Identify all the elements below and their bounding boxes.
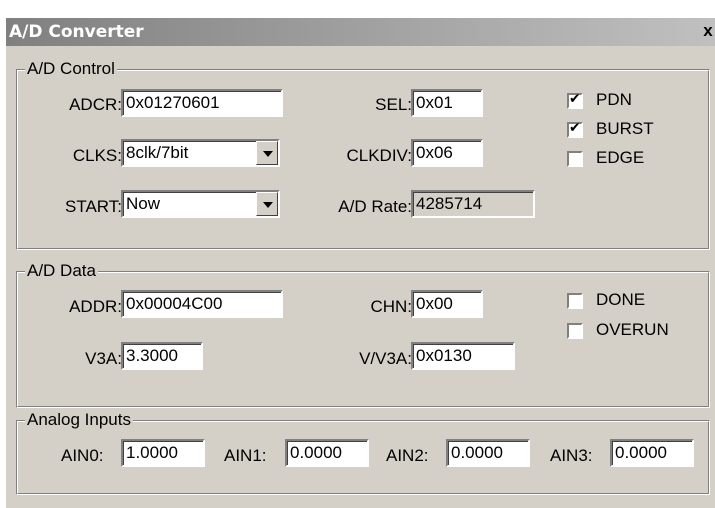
start-select[interactable]: Now	[121, 190, 280, 218]
chevron-down-icon[interactable]	[256, 141, 278, 165]
burst-checkbox[interactable]	[567, 120, 583, 138]
ain1-field[interactable]: 0.0000	[285, 439, 369, 467]
window-title: A/D Converter	[9, 22, 144, 42]
ad-rate-field: 4285714	[411, 190, 535, 218]
done-label: DONE	[596, 290, 646, 309]
ain3-label: AIN3:	[550, 446, 593, 465]
vv3a-field[interactable]: 0x0130	[411, 342, 515, 370]
start-label: START:	[65, 197, 122, 216]
addr-field[interactable]: 0x00004C00	[121, 290, 283, 318]
overun-checkbox[interactable]	[567, 323, 583, 339]
clkdiv-label: CLKDIV:	[346, 146, 412, 165]
pdn-label: PDN	[596, 90, 632, 109]
sel-label: SEL:	[375, 95, 412, 114]
v3a-label: V3A:	[85, 349, 122, 368]
clks-select[interactable]: 8clk/7bit	[121, 139, 280, 167]
analog-inputs-legend: Analog Inputs	[25, 410, 133, 430]
ain0-field[interactable]: 1.0000	[121, 439, 205, 467]
chn-label: CHN:	[370, 297, 412, 316]
addr-label: ADDR:	[69, 297, 122, 316]
ad-data-legend: A/D Data	[25, 261, 98, 281]
ad-converter-window: A/D Converter x A/D Control ADCR: 0x0127…	[6, 18, 715, 508]
clks-label: CLKS:	[72, 146, 122, 165]
ad-control-legend: A/D Control	[25, 59, 117, 79]
edge-checkbox[interactable]	[567, 151, 583, 167]
pdn-checkbox[interactable]	[567, 91, 583, 109]
title-bar[interactable]: A/D Converter x	[6, 18, 715, 46]
burst-label: BURST	[596, 119, 654, 138]
start-value: Now	[126, 194, 161, 213]
close-icon[interactable]: x	[699, 21, 715, 41]
done-checkbox[interactable]	[567, 293, 583, 309]
ain2-field[interactable]: 0.0000	[446, 439, 530, 467]
v3a-field[interactable]: 3.3000	[121, 342, 203, 370]
sel-field[interactable]: 0x01	[411, 89, 483, 117]
ain3-field[interactable]: 0.0000	[610, 439, 694, 467]
edge-label: EDGE	[596, 148, 645, 167]
ain0-label: AIN0:	[61, 446, 104, 465]
adcr-field[interactable]: 0x01270601	[121, 89, 283, 117]
adcr-label: ADCR:	[69, 95, 122, 114]
clkdiv-field[interactable]: 0x06	[411, 139, 483, 167]
overun-label: OVERUN	[596, 320, 669, 339]
ad-rate-label: A/D Rate:	[338, 197, 412, 216]
vv3a-label: V/V3A:	[359, 349, 412, 368]
ain1-label: AIN1:	[224, 446, 267, 465]
chevron-down-icon[interactable]	[256, 192, 278, 216]
ain2-label: AIN2:	[386, 446, 429, 465]
chn-field[interactable]: 0x00	[411, 290, 483, 318]
clks-value: 8clk/7bit	[126, 143, 189, 162]
